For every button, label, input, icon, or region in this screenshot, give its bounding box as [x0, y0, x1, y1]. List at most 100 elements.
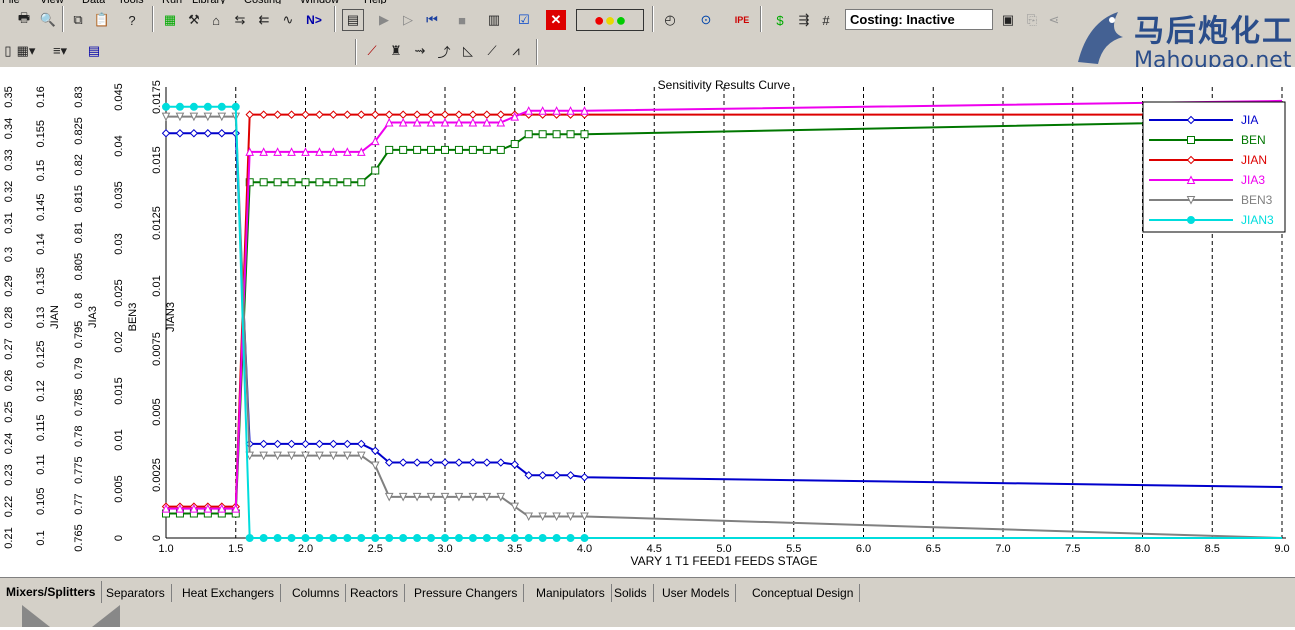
step-icon[interactable]: ▷ — [398, 10, 418, 30]
run-icon[interactable]: ▶ — [374, 10, 394, 30]
palette-tab[interactable]: Heat Exchangers — [176, 584, 282, 602]
point — [398, 458, 408, 467]
check-results-icon[interactable]: ☑ — [514, 10, 534, 30]
point — [315, 534, 324, 542]
control-panel-icon[interactable]: ▤ — [342, 9, 364, 31]
menu-tools[interactable]: Tools — [118, 0, 144, 4]
plot-trend-icon[interactable]: ♜ — [386, 41, 406, 61]
toolbar-separator — [760, 6, 762, 32]
point — [259, 439, 268, 449]
paste-icon[interactable]: 📋 — [92, 10, 112, 30]
y-tick-label: 0.125 — [35, 340, 47, 368]
cost-report-icon[interactable]: ▣ — [998, 10, 1018, 30]
menu-costing[interactable]: Costing — [244, 0, 281, 4]
menu-library[interactable]: Library — [192, 0, 226, 4]
cost-dollar-icon[interactable]: $ — [770, 10, 790, 30]
point — [370, 461, 380, 471]
grid-toggle-icon[interactable]: ▤ — [84, 41, 104, 61]
point — [329, 110, 338, 119]
y-tick-label: 0.0075 — [151, 332, 163, 366]
stop-icon[interactable]: ■ — [452, 10, 472, 30]
print-preview-icon[interactable]: 🔍 — [38, 10, 58, 30]
point — [482, 458, 492, 467]
y-tick-label: 0.005 — [113, 475, 125, 503]
y-tick-label: 0.12 — [35, 380, 47, 401]
palette-tab[interactable]: Separators — [100, 584, 172, 602]
palette-tab[interactable]: Mixers/Splitters — [0, 581, 103, 603]
point — [454, 458, 464, 467]
plot-line-icon[interactable]: ⟋ — [482, 41, 502, 61]
sensitivity-plot[interactable]: 0.21 0.22 0.23 0.24 0.25 0.26 0.27 0.28 0.29 0.3 0… — [0, 67, 1295, 577]
plot-multi-icon[interactable]: ⩘ — [506, 41, 526, 61]
menu-run[interactable]: Run — [162, 0, 182, 4]
icarus-icon[interactable]: IPE — [732, 10, 752, 30]
y-axis-label: BEN3 — [127, 303, 139, 332]
print-icon[interactable]: 🖶 — [14, 10, 34, 30]
cost-tree-icon[interactable]: ⋖ — [1044, 10, 1064, 30]
menu-view[interactable]: View — [40, 0, 64, 4]
components-icon[interactable]: ⌂ — [206, 10, 226, 30]
point — [287, 534, 296, 542]
plot-triangle-icon[interactable]: ◺ — [458, 41, 478, 61]
copy-icon[interactable]: ⧉ — [68, 10, 88, 30]
analysis-icon[interactable]: ⊙ — [696, 10, 716, 30]
streams-icon[interactable]: ⇆ — [230, 10, 250, 30]
results-icon[interactable]: ▥ — [484, 10, 504, 30]
status-lights: ● ● ● — [576, 9, 644, 31]
toolbar-separator — [355, 39, 357, 65]
model-palette-tabs: Mixers/Splitters Separators Heat Exchanger… — [0, 577, 1295, 606]
palette-tab[interactable]: Pressure Changers — [408, 584, 525, 602]
point — [385, 145, 394, 154]
plot-streams-icon[interactable]: ⇝ — [410, 41, 430, 61]
point — [203, 129, 213, 138]
x-tick-label: 8.0 — [1135, 543, 1150, 555]
point — [371, 110, 380, 119]
green-light-icon: ● — [615, 9, 627, 30]
menu-data[interactable]: Data — [82, 0, 105, 4]
point — [441, 145, 449, 154]
cost-grid-icon[interactable]: # — [816, 10, 836, 30]
gauge-icon[interactable]: ◴ — [660, 10, 680, 30]
plot-curve-icon[interactable]: ⤴ — [434, 41, 454, 61]
point — [566, 471, 575, 480]
format-dropdown-icon[interactable]: ▦▾ — [16, 41, 36, 61]
mixer-icon[interactable] — [22, 605, 50, 627]
y-tick-label: 0.775 — [73, 456, 85, 484]
point — [510, 140, 519, 149]
palette-tab[interactable]: Solids — [608, 584, 654, 602]
menu-file[interactable]: File — [2, 0, 20, 4]
point — [398, 110, 408, 119]
palette-tab[interactable]: Columns — [286, 584, 347, 602]
setup-icon[interactable]: ⚒ — [184, 10, 204, 30]
data-browser-icon[interactable]: ▦ — [160, 10, 180, 30]
model-analysis-icon[interactable]: ∿ — [278, 10, 298, 30]
palette-tab[interactable]: Manipulators — [530, 584, 612, 602]
reinitialize-icon[interactable]: ⏮ — [422, 10, 442, 30]
point — [468, 534, 477, 542]
legend[interactable]: JIA BEN JIAN JIA3 BEN3 JIAN3 — [1142, 101, 1286, 233]
y-tick-label: 0.3 — [3, 247, 15, 262]
cost-evaluate-icon[interactable]: ⎘ — [1022, 10, 1042, 30]
point — [175, 102, 184, 111]
plot-xy-icon[interactable]: ⟋ — [362, 41, 382, 61]
point — [343, 534, 352, 542]
point — [412, 110, 422, 119]
align-dropdown-icon[interactable]: ≡▾ — [50, 41, 70, 61]
point — [329, 439, 338, 449]
y-tick-label: 0 — [113, 535, 125, 541]
cost-map-icon[interactable]: ⇶ — [794, 10, 814, 30]
palette-tab[interactable]: Reactors — [344, 584, 406, 602]
palette-tab[interactable]: Conceptual Design — [746, 584, 861, 602]
blocks-icon[interactable]: ⇇ — [254, 10, 274, 30]
splitter-icon[interactable] — [92, 605, 120, 627]
y-tick-label: 0.78 — [73, 426, 85, 447]
menu-window[interactable]: Window — [300, 0, 339, 4]
menu-help[interactable]: Help — [364, 0, 387, 4]
next-button[interactable]: N> — [304, 10, 324, 30]
close-icon[interactable]: ✕ — [546, 10, 566, 30]
help-pointer-icon[interactable]: ? — [122, 10, 142, 30]
y-tick-label: 0.21 — [3, 527, 15, 548]
series-ben — [162, 119, 1283, 518]
palette-tab[interactable]: User Models — [656, 584, 737, 602]
point — [412, 458, 422, 467]
